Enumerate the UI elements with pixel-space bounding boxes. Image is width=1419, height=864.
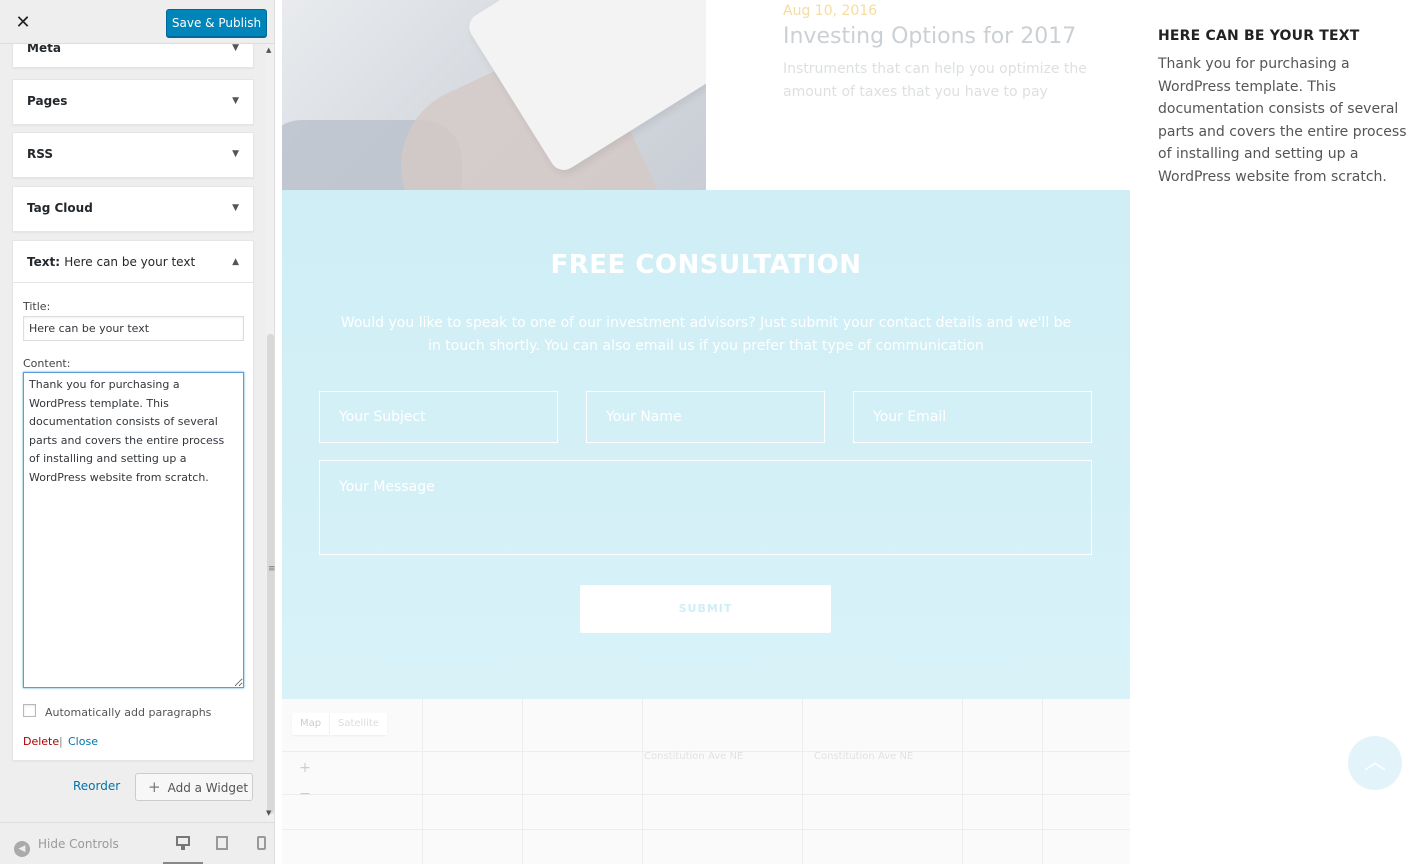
street-label: Constitution Ave NE [814, 751, 914, 762]
tablet-icon[interactable] [216, 836, 230, 850]
back-to-top-button[interactable]: ︿ [1348, 736, 1402, 790]
widget-text: Text: Here can be your text ▲ Title: Con… [12, 240, 254, 761]
collapse-arrow-icon[interactable]: ▲ [232, 257, 239, 267]
scroll-up-icon[interactable]: ▲ [266, 46, 271, 54]
post-date: Aug 10, 2016 [783, 3, 878, 19]
reorder-link[interactable]: Reorder [73, 779, 120, 793]
expand-arrow-icon[interactable]: ▼ [232, 96, 239, 106]
widget-title-input[interactable] [23, 316, 244, 341]
customizer-sidebar: ✕ Save & Publish Meta ▼ Pages ▼ RSS ▼ Ta… [0, 0, 275, 864]
expand-arrow-icon[interactable]: ▼ [232, 43, 239, 53]
hide-controls-button[interactable]: ◀ Hide Controls [14, 837, 119, 857]
add-widget-button[interactable]: + Add a Widget [135, 773, 253, 801]
expand-arrow-icon[interactable]: ▼ [232, 149, 239, 159]
expand-arrow-icon[interactable]: ▼ [232, 203, 239, 213]
widget-text-header[interactable]: Text: Here can be your text ▲ [13, 241, 253, 283]
consultation-section: FREE CONSULTATION Would you like to spea… [282, 190, 1130, 699]
widget-title: Tag Cloud [27, 201, 93, 215]
post-thumbnail-image[interactable] [282, 0, 706, 190]
map-view-button[interactable]: Map [292, 713, 330, 735]
site-preview: Aug 10, 2016 Investing Options for 2017 … [276, 0, 1419, 864]
desktop-icon[interactable] [176, 836, 190, 850]
satellite-view-button[interactable]: Satellite [330, 713, 387, 735]
auto-paragraphs-checkbox[interactable] [23, 704, 36, 717]
map-embed[interactable]: Map Satellite + − Constitution Ave NE Co… [282, 699, 1130, 864]
name-input[interactable]: Your Name [586, 391, 825, 443]
zoom-out-button[interactable]: − [294, 782, 316, 806]
auto-paragraphs-label[interactable]: Automatically add paragraphs [45, 706, 211, 719]
hide-controls-label: Hide Controls [38, 837, 119, 851]
plus-icon: + [148, 778, 161, 796]
scroll-thumb[interactable] [267, 334, 274, 814]
delete-widget-link[interactable]: Delete [23, 735, 59, 748]
widget-title: RSS [27, 147, 53, 161]
content-label: Content: [23, 357, 71, 370]
widget-type-label: Text: [27, 255, 61, 269]
close-widget-link[interactable]: Close [68, 735, 98, 748]
zoom-in-button[interactable]: + [294, 756, 316, 780]
post-title-link[interactable]: Investing Options for 2017 [783, 24, 1076, 49]
title-label: Title: [23, 300, 51, 313]
sidebar-scrollbar[interactable]: ▲ ▼ [266, 44, 274, 822]
message-textarea[interactable]: Your Message [319, 460, 1092, 555]
widget-tag-cloud[interactable]: Tag Cloud ▼ [12, 186, 254, 232]
email-input[interactable]: Your Email [853, 391, 1092, 443]
consultation-title: FREE CONSULTATION [550, 250, 862, 280]
post-excerpt: Instruments that can help you optimize t… [783, 61, 1087, 100]
close-customizer-button[interactable]: ✕ [10, 10, 36, 36]
add-widget-label: Add a Widget [167, 781, 249, 795]
widget-title: Text: Here can be your text [27, 255, 195, 269]
widget-title: Pages [27, 94, 68, 108]
widget-rss[interactable]: RSS ▼ [12, 132, 254, 178]
widget-pages[interactable]: Pages ▼ [12, 79, 254, 125]
collapse-circle-icon: ◀ [14, 841, 30, 857]
mobile-icon[interactable] [257, 836, 271, 850]
widget-instance-name: Here can be your text [64, 255, 196, 269]
submit-button[interactable]: SUBMIT [580, 585, 831, 633]
widget-content-textarea[interactable]: Thank you for purchasing a WordPress tem… [23, 372, 244, 688]
street-label: Constitution Ave NE [644, 751, 744, 762]
save-publish-button[interactable]: Save & Publish [166, 9, 267, 37]
subject-input[interactable]: Your Subject [319, 391, 558, 443]
scroll-down-icon[interactable]: ▼ [266, 809, 271, 817]
customizer-header: ✕ Save & Publish [0, 0, 274, 44]
customizer-footer: ◀ Hide Controls [0, 822, 274, 864]
link-separator: | [59, 735, 63, 748]
chevron-up-icon: ︿ [1363, 750, 1386, 775]
text-widget-body: Thank you for purchasing a WordPress tem… [1158, 56, 1407, 185]
sidebar-resize-grip-icon[interactable]: ≡ [268, 564, 276, 574]
text-widget-heading: HERE CAN BE YOUR TEXT [1158, 28, 1360, 44]
consultation-description: Would you like to speak to one of our in… [340, 315, 1072, 354]
